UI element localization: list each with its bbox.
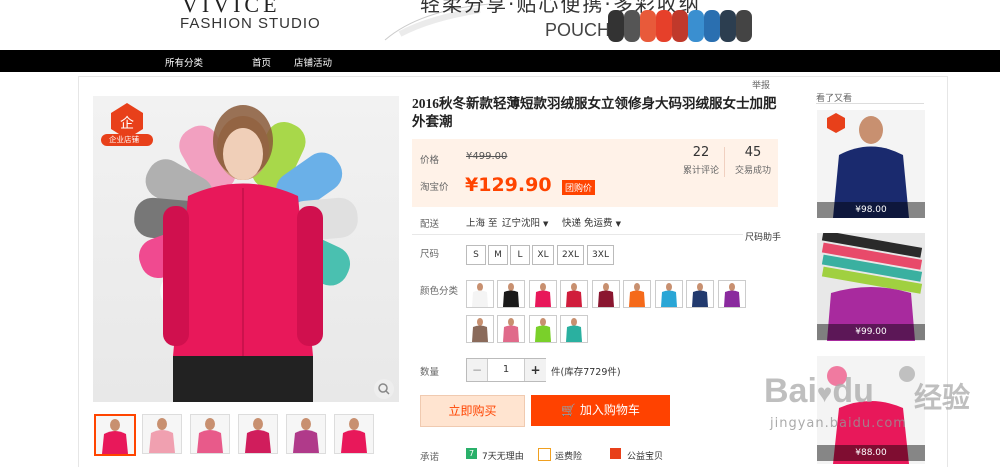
shipping-destination-select[interactable]: 辽宁沈阳 ▼ [502, 215, 548, 229]
shipping-label: 配送 [420, 219, 440, 230]
color-swatch-3[interactable] [529, 280, 557, 308]
size-option-l[interactable]: L [510, 245, 530, 265]
nav-shop-events[interactable]: 店铺活动 [294, 55, 332, 69]
size-option-s[interactable]: S [466, 245, 486, 265]
enterprise-store-badge: 企 企业店铺 [97, 101, 157, 152]
charity-icon [610, 448, 621, 459]
svg-text:企: 企 [120, 115, 134, 132]
watermark-url: jingyan.baidu.com [770, 416, 907, 431]
pouch-item [608, 10, 624, 42]
sidebar-item-1-price: ¥98.00 [817, 202, 925, 218]
brand-name: FASHION STUDIO [180, 15, 321, 32]
thumbnail-2[interactable] [142, 414, 182, 454]
size-label: 尺码 [420, 249, 440, 260]
pouch-item [656, 10, 672, 42]
shipping-method-select[interactable]: 快递 免运费 ▼ [562, 215, 621, 229]
quantity-input[interactable]: 1 [488, 359, 524, 381]
color-swatch-5[interactable] [592, 280, 620, 308]
nav-all-categories[interactable]: 所有分类 [165, 55, 203, 69]
size-helper-link[interactable]: 尺码助手 [743, 230, 784, 243]
quantity-stepper: − 1 + [466, 358, 546, 382]
chevron-down-icon: ▼ [543, 220, 549, 228]
color-swatch-13[interactable] [560, 315, 588, 343]
add-to-cart-label: 加入购物车 [579, 403, 640, 417]
color-label: 颜色分类 [420, 286, 459, 297]
shop-nav: 所有分类 首页 店铺活动 [0, 50, 1000, 72]
color-swatch-7[interactable] [655, 280, 683, 308]
quantity-label: 数量 [420, 367, 440, 378]
sidebar-divider [816, 103, 924, 104]
watermark-cn: 经验 [914, 381, 971, 414]
pouch-item [640, 10, 656, 42]
size-option-xl[interactable]: XL [532, 245, 554, 265]
paw-icon: ♥ [816, 378, 833, 408]
pouch-item [672, 10, 688, 42]
pouch-item [736, 10, 752, 42]
size-option-2xl[interactable]: 2XL [557, 245, 584, 265]
baidu-jingyan-watermark: Bai♥du 经验 jingyan.baidu.com [752, 366, 997, 460]
thumbnail-4[interactable] [238, 414, 278, 454]
nav-home[interactable]: 首页 [252, 55, 271, 69]
enterprise-badge-icon [825, 112, 847, 134]
color-swatch-11[interactable] [497, 315, 525, 343]
color-swatch-8[interactable] [686, 280, 714, 308]
shipping-method: 快递 免运费 [562, 218, 613, 229]
product-title: 2016秋冬新款轻薄短款羽绒服女立领修身大码羽绒服女士加肥外套潮 [412, 96, 777, 129]
watermark-brand: Bai [764, 372, 817, 410]
reviews-label[interactable]: 累计评论 [671, 163, 731, 176]
pouch-item [704, 10, 720, 42]
thumbnail-6[interactable] [334, 414, 374, 454]
size-option-m[interactable]: M [488, 245, 508, 265]
pouch-item [688, 10, 704, 42]
add-to-cart-button[interactable]: 🛒 加入购物车 [531, 395, 670, 426]
price-label: 价格 [420, 155, 440, 166]
promise-label: 承诺 [420, 452, 440, 463]
buy-now-button[interactable]: 立即购买 [420, 395, 525, 427]
badge-text: 企业店铺 [109, 135, 139, 144]
promise-seven-day[interactable]: 7天无理由 [482, 449, 524, 462]
size-option-3xl[interactable]: 3XL [587, 245, 614, 265]
main-product-image[interactable]: 企 企业店铺 [93, 96, 399, 402]
color-swatch-4[interactable] [560, 280, 588, 308]
report-link[interactable]: 举报 [752, 78, 770, 91]
color-swatch-1[interactable] [466, 280, 494, 308]
shipping-destination: 辽宁沈阳 [502, 218, 541, 229]
quantity-increase-button[interactable]: + [524, 359, 546, 381]
shipping-insurance-icon [538, 448, 551, 461]
thumbnail-3[interactable] [190, 414, 230, 454]
quantity-decrease-button[interactable]: − [467, 359, 488, 381]
original-price: ¥499.00 [466, 151, 508, 162]
cart-icon: 🛒 [561, 403, 577, 417]
pouch-item [624, 10, 640, 42]
reviews-count[interactable]: 22 [671, 145, 731, 160]
color-swatch-9[interactable] [718, 280, 746, 308]
zoom-icon[interactable] [374, 379, 394, 399]
color-swatch-6[interactable] [623, 280, 651, 308]
pouch-item [720, 10, 736, 42]
taobao-price-label: 淘宝价 [420, 182, 449, 193]
group-buy-tag: 团购价 [562, 180, 596, 195]
stock-text: 件(库存7729件) [551, 367, 621, 378]
sidebar-item-2-price: ¥99.00 [817, 324, 925, 340]
current-price: ¥129.90 [465, 174, 552, 196]
promise-shipping-insurance[interactable]: 运费险 [555, 449, 582, 462]
sales-count: 45 [744, 145, 762, 160]
thumbnail-5[interactable] [286, 414, 326, 454]
color-swatch-2[interactable] [497, 280, 525, 308]
watermark-brand-mid: du [832, 372, 874, 410]
color-swatch-10[interactable] [466, 315, 494, 343]
color-swatch-12[interactable] [529, 315, 557, 343]
shop-banner: VIVICE FASHION STUDIO 轻柔分享·贴心便携·多彩收纳 POU… [0, 0, 1000, 50]
thumbnail-1[interactable] [94, 414, 136, 456]
shipping-from: 上海 至 [466, 218, 498, 229]
chevron-down-icon: ▼ [615, 220, 621, 228]
pouch-label: POUCH [545, 20, 611, 40]
sales-label: 交易成功 [734, 166, 771, 176]
divider [412, 234, 778, 235]
promise-charity[interactable]: 公益宝贝 [627, 449, 663, 462]
seven-day-icon: 7 [466, 448, 477, 459]
